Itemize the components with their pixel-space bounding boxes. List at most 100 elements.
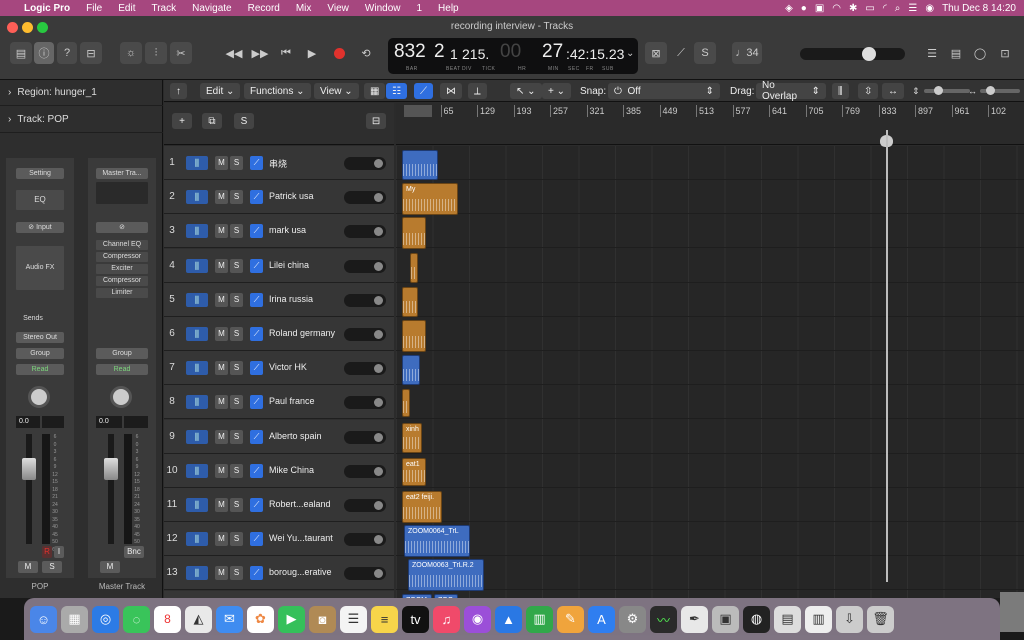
track-volume-knob[interactable] bbox=[374, 364, 383, 374]
document-icon[interactable]: ▤ bbox=[774, 605, 801, 633]
track-read-automation-icon[interactable]: ⟋ bbox=[250, 361, 263, 376]
record-enable-button[interactable]: R bbox=[42, 546, 52, 558]
pointer-tool-menu[interactable]: ↖ ⌄ bbox=[510, 83, 542, 99]
master-fader-cap[interactable] bbox=[104, 458, 118, 480]
calendar-icon[interactable]: 8 bbox=[154, 605, 181, 633]
track-volume-slider[interactable] bbox=[344, 225, 386, 239]
track-volume-knob[interactable] bbox=[374, 466, 383, 476]
vertical-zoom-slider[interactable] bbox=[924, 86, 970, 95]
track-solo-button[interactable]: S bbox=[230, 498, 243, 512]
mute-button[interactable]: M bbox=[18, 561, 38, 573]
track-solo-button[interactable]: S bbox=[230, 395, 243, 410]
track-read-automation-icon[interactable]: ⟋ bbox=[250, 327, 263, 341]
track-read-automation-icon[interactable]: ⟋ bbox=[250, 258, 263, 273]
cycle-region[interactable] bbox=[404, 105, 432, 117]
volume-value[interactable]: 0.0 bbox=[16, 416, 40, 428]
lcd-dropdown-icon[interactable]: ⌄ bbox=[626, 48, 634, 59]
audio-region[interactable] bbox=[402, 217, 426, 250]
track-solo-button[interactable]: S bbox=[230, 463, 243, 478]
flex-button[interactable]: ⋈ bbox=[440, 83, 462, 99]
track-lane[interactable] bbox=[396, 522, 1024, 557]
track-solo-button[interactable]: S bbox=[230, 258, 243, 273]
menu-file[interactable]: File bbox=[78, 3, 110, 14]
track-read-automation-icon[interactable]: ⟋ bbox=[250, 395, 263, 410]
master-automation-read-button[interactable]: Read bbox=[96, 364, 148, 375]
vertical-zoom-knob[interactable] bbox=[934, 86, 943, 95]
audio-region[interactable] bbox=[402, 320, 426, 352]
master-pan-knob[interactable] bbox=[110, 386, 132, 408]
track-header[interactable]: 1 ⫼ M S ⟋ 串烧 bbox=[164, 146, 394, 180]
launchpad-icon[interactable]: ▦ bbox=[61, 605, 88, 633]
input-button[interactable]: ⊘ Input bbox=[16, 222, 64, 233]
headphones-icon[interactable]: ◠ bbox=[832, 3, 841, 14]
eq-display[interactable]: EQ bbox=[16, 190, 64, 210]
folder-stack-icon[interactable]: ▥ bbox=[805, 605, 832, 633]
track-mute-button[interactable]: M bbox=[215, 292, 228, 307]
cycle-button[interactable]: ⟲ bbox=[354, 42, 378, 64]
functions-menu[interactable]: Functions ⌄ bbox=[244, 83, 311, 99]
track-volume-knob[interactable] bbox=[374, 227, 383, 237]
go-to-start-button[interactable]: ⏮ bbox=[274, 42, 298, 64]
menu-record[interactable]: Record bbox=[240, 3, 288, 14]
track-volume-slider[interactable] bbox=[344, 328, 386, 341]
audio-region[interactable] bbox=[402, 150, 438, 180]
audio-region[interactable] bbox=[402, 355, 420, 386]
track-mute-button[interactable]: M bbox=[215, 498, 228, 512]
audio-region[interactable] bbox=[402, 286, 418, 317]
track-volume-slider[interactable] bbox=[344, 259, 386, 273]
preview-icon[interactable]: ▣ bbox=[712, 605, 739, 633]
audio-region[interactable]: xinh bbox=[402, 422, 422, 453]
siri-icon[interactable]: ◉ bbox=[925, 3, 934, 14]
group-button[interactable]: Group bbox=[16, 348, 64, 359]
horizontal-zoom-knob[interactable] bbox=[986, 86, 995, 95]
plugin-slot-1[interactable]: Channel EQ bbox=[96, 240, 148, 250]
editors-button[interactable]: ✂ bbox=[170, 42, 192, 64]
track-lane[interactable] bbox=[396, 214, 1024, 249]
finder-icon[interactable]: ☺ bbox=[30, 605, 57, 633]
track-volume-knob[interactable] bbox=[374, 432, 383, 442]
track-lane[interactable] bbox=[396, 283, 1024, 317]
track-lane[interactable] bbox=[396, 420, 1024, 454]
track-header[interactable]: 10 ⫼ M S ⟋ Mike China bbox=[164, 453, 394, 488]
track-read-automation-icon[interactable]: ⟋ bbox=[250, 429, 263, 444]
shield-icon[interactable]: ◈ bbox=[785, 3, 793, 14]
track-lane[interactable] bbox=[396, 488, 1024, 522]
track-volume-slider[interactable] bbox=[344, 362, 386, 376]
inspector-button[interactable]: ⓘ bbox=[34, 42, 54, 64]
master-fader-track[interactable] bbox=[108, 434, 114, 544]
solo-button[interactable]: S bbox=[42, 561, 62, 573]
play-button[interactable]: ▶ bbox=[300, 42, 324, 64]
audio-fx-slot[interactable]: Audio FX bbox=[16, 246, 64, 290]
track-solo-button[interactable]: S bbox=[230, 429, 243, 444]
playhead[interactable] bbox=[886, 130, 888, 582]
track-read-automation-icon[interactable]: ⟋ bbox=[250, 498, 263, 512]
rewind-button[interactable]: ◀◀ bbox=[222, 42, 246, 64]
smart-controls-button[interactable]: ☼ bbox=[120, 42, 142, 64]
plugin-slot-5[interactable]: Limiter bbox=[96, 288, 148, 298]
keynote-icon[interactable]: ▲ bbox=[495, 605, 522, 633]
reminders-icon[interactable]: ☰ bbox=[340, 605, 367, 633]
contacts-icon[interactable]: ◙ bbox=[309, 605, 336, 633]
menu-view[interactable]: View bbox=[319, 3, 357, 14]
menu-navigate[interactable]: Navigate bbox=[184, 3, 239, 14]
master-volume-knob[interactable] bbox=[862, 47, 876, 61]
wifi-icon[interactable]: ◜ bbox=[883, 3, 887, 14]
region-inspector-header[interactable]: › Region: hunger_1 bbox=[0, 80, 163, 106]
vertical-zoom-button[interactable]: ⇳ bbox=[858, 83, 879, 99]
track-header[interactable]: 13 ⫼ M S ⟋ boroug...erative bbox=[164, 556, 394, 591]
audio-region[interactable]: eat1 bbox=[402, 457, 426, 486]
bounce-button[interactable]: Bnc bbox=[124, 546, 144, 558]
messages-icon[interactable]: ◌ bbox=[123, 605, 150, 633]
battery-icon[interactable]: ▭ bbox=[865, 3, 874, 14]
logic-pro-icon[interactable]: ◍ bbox=[743, 605, 770, 633]
output-button[interactable]: Stereo Out bbox=[16, 332, 64, 343]
track-volume-knob[interactable] bbox=[374, 261, 383, 271]
master-setting-button[interactable]: Master Tra... bbox=[96, 168, 148, 179]
menu-logic-pro[interactable]: Logic Pro bbox=[16, 3, 78, 14]
menu-1[interactable]: 1 bbox=[408, 3, 430, 14]
audio-region[interactable]: ZOOM0063_TrLR.2 bbox=[408, 559, 484, 592]
pan-knob[interactable] bbox=[28, 386, 50, 408]
pages-icon[interactable]: ✎ bbox=[557, 605, 584, 633]
track-volume-slider[interactable] bbox=[344, 567, 386, 581]
track-header[interactable]: 6 ⫼ M S ⟋ Roland germany bbox=[164, 317, 394, 351]
